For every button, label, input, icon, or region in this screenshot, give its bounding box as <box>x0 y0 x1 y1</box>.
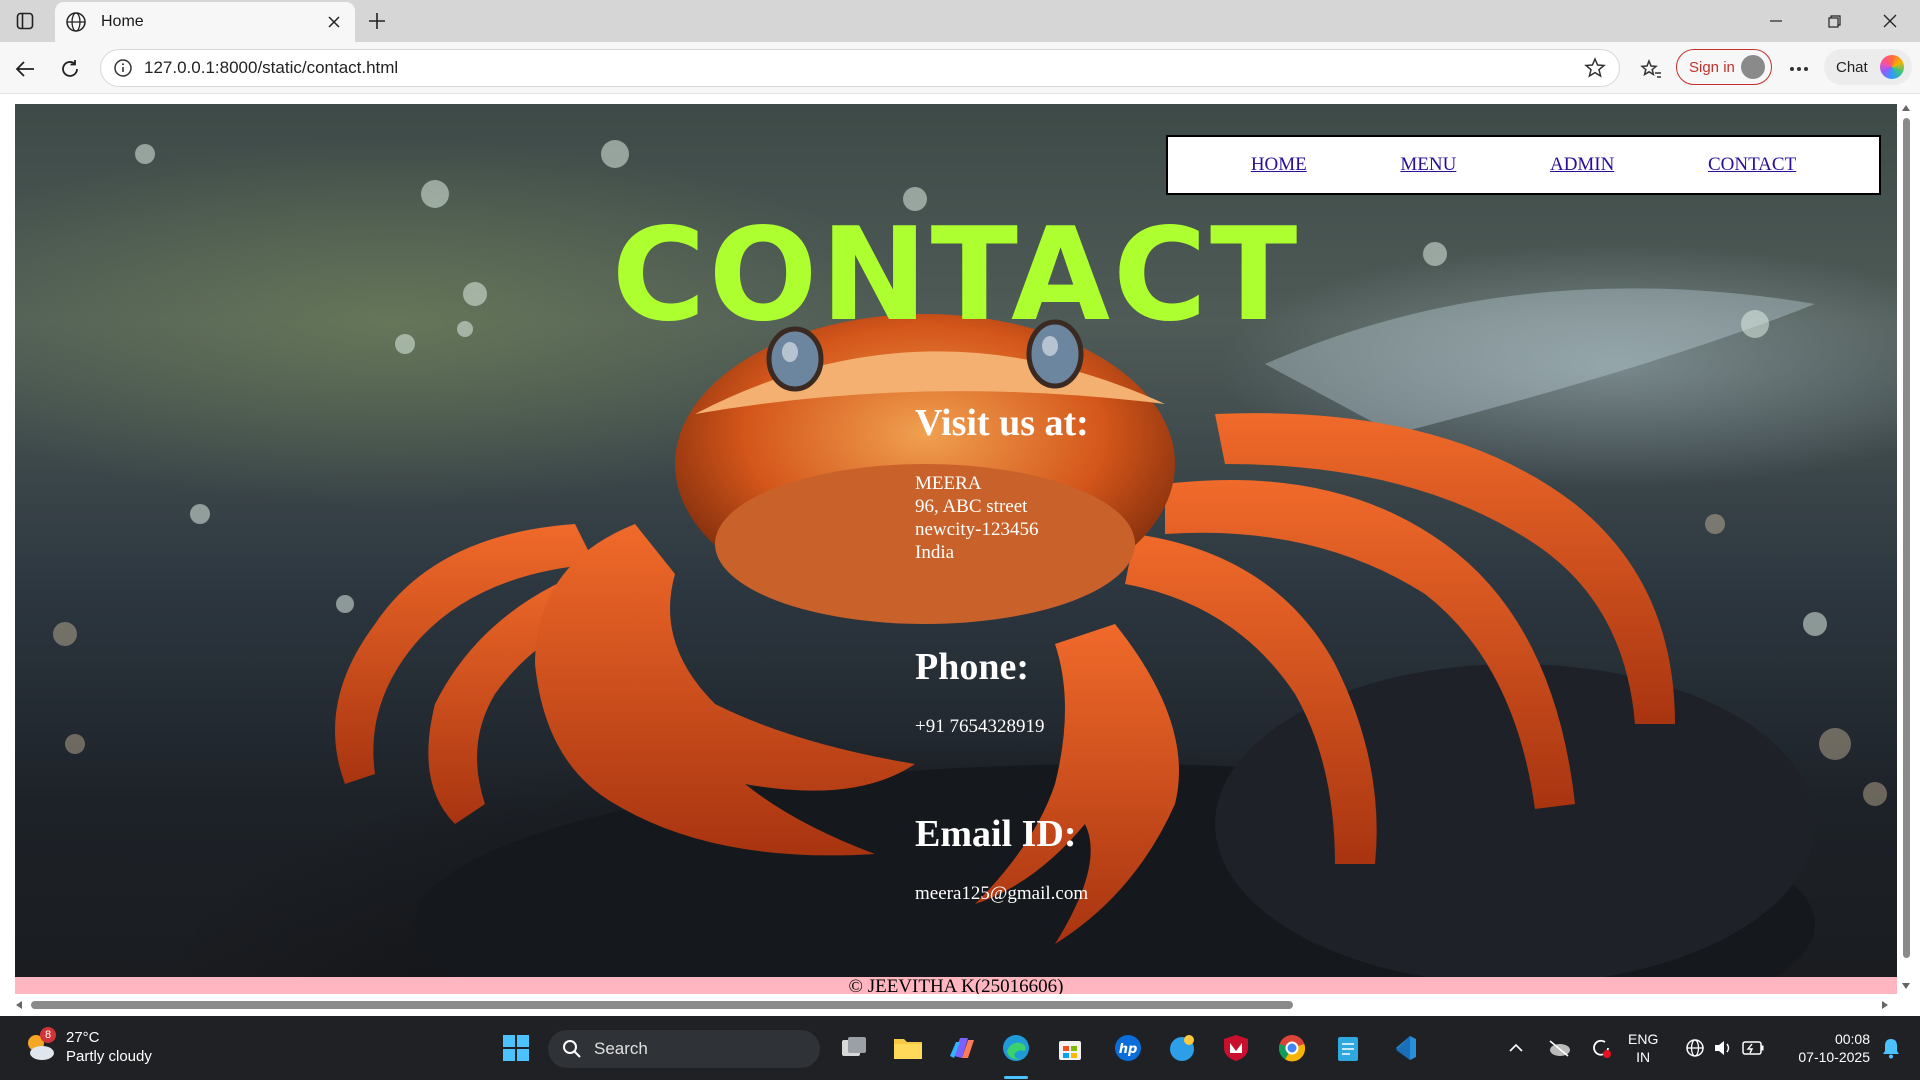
vertical-scrollbar[interactable] <box>1898 104 1914 994</box>
address-bar[interactable]: 127.0.0.1:8000/static/contact.html <box>100 49 1620 87</box>
help-app-icon[interactable] <box>1164 1030 1200 1066</box>
url-text[interactable]: 127.0.0.1:8000/static/contact.html <box>144 58 1583 78</box>
nav-link-menu[interactable]: MENU <box>1400 154 1456 176</box>
favorite-star-icon[interactable] <box>1583 56 1607 80</box>
notifications-bell-icon[interactable] <box>1876 1030 1906 1066</box>
page-viewport: HOME MENU ADMIN CONTACT CONTACT Visit us… <box>0 94 1920 1016</box>
refresh-icon[interactable] <box>55 54 85 84</box>
close-tab-icon[interactable] <box>323 11 345 33</box>
sign-in-button[interactable]: Sign in <box>1676 49 1772 85</box>
browser-toolbar: 127.0.0.1:8000/static/contact.html Sign … <box>0 42 1920 94</box>
weather-widget[interactable]: 8 27°C Partly cloudy <box>22 1027 152 1066</box>
copilot-icon <box>1880 55 1904 79</box>
microsoft-store-icon[interactable] <box>1052 1030 1088 1066</box>
browser-tab-active[interactable]: Home <box>55 2 355 42</box>
taskbar-search[interactable]: Search <box>548 1030 820 1068</box>
address-line: 96, ABC street <box>915 496 1028 517</box>
tab-actions-icon[interactable] <box>12 9 38 33</box>
new-tab-icon[interactable] <box>364 8 390 34</box>
task-view-icon[interactable] <box>836 1030 872 1066</box>
more-options-icon[interactable] <box>1784 54 1814 84</box>
language-indicator[interactable]: ENG IN <box>1628 1030 1658 1066</box>
volume-icon[interactable] <box>1710 1030 1736 1066</box>
weather-alert-badge: 8 <box>40 1027 56 1043</box>
page-footer: © JEEVITHA K(25016606) <box>15 977 1897 994</box>
sync-alert-icon[interactable] <box>1586 1030 1616 1066</box>
hero-background: HOME MENU ADMIN CONTACT CONTACT Visit us… <box>15 104 1897 977</box>
email-value: meera125@gmail.com <box>915 883 1089 904</box>
phone-value: +91 7654328919 <box>915 716 1045 737</box>
browser-tab-bar: Home <box>0 0 1920 42</box>
partly-cloudy-icon: 8 <box>22 1027 58 1065</box>
close-window-icon[interactable] <box>1870 8 1910 34</box>
email-heading: Email ID: <box>915 813 1077 855</box>
favorites-icon[interactable] <box>1636 54 1666 84</box>
active-app-indicator <box>1004 1076 1028 1079</box>
back-icon[interactable] <box>10 54 40 84</box>
clock-time: 00:08 <box>1834 1031 1870 1047</box>
notepad-icon[interactable] <box>1330 1030 1366 1066</box>
nav-link-home[interactable]: HOME <box>1251 154 1307 176</box>
show-hidden-icons-icon[interactable] <box>1504 1030 1528 1066</box>
site-info-icon[interactable] <box>112 57 134 79</box>
nav-link-contact[interactable]: CONTACT <box>1708 154 1796 176</box>
visit-heading: Visit us at: <box>915 402 1089 444</box>
restore-icon[interactable] <box>1814 8 1854 34</box>
network-icon[interactable] <box>1682 1030 1708 1066</box>
vertical-scroll-thumb[interactable] <box>1903 118 1910 958</box>
clock-date: 07-10-2025 <box>1798 1049 1870 1065</box>
copilot-chat-button[interactable]: Chat <box>1824 49 1912 85</box>
site-nav: HOME MENU ADMIN CONTACT <box>1166 135 1881 195</box>
windows-taskbar: 8 27°C Partly cloudy Search hp ENG IN 00… <box>0 1016 1920 1080</box>
tab-title: Home <box>101 13 144 30</box>
phone-heading: Phone: <box>915 646 1029 688</box>
clock[interactable]: 00:08 07-10-2025 <box>1780 1030 1870 1066</box>
globe-icon <box>66 12 86 32</box>
vscode-icon[interactable] <box>1386 1030 1422 1066</box>
nav-link-admin[interactable]: ADMIN <box>1550 154 1614 176</box>
horizontal-scrollbar[interactable] <box>15 996 1897 1012</box>
profile-avatar-icon <box>1741 55 1765 79</box>
language-code: ENG <box>1628 1031 1659 1047</box>
copilot-app-icon[interactable] <box>944 1030 980 1066</box>
weather-desc: Partly cloudy <box>66 1048 152 1065</box>
horizontal-scroll-thumb[interactable] <box>31 1001 1293 1009</box>
minimize-icon[interactable] <box>1756 8 1796 34</box>
onedrive-offline-icon[interactable] <box>1544 1030 1574 1066</box>
sign-in-label: Sign in <box>1689 58 1735 76</box>
chat-label: Chat <box>1836 58 1868 76</box>
search-icon <box>563 1040 581 1058</box>
edge-browser-icon[interactable] <box>998 1030 1034 1066</box>
mcafee-shield-icon[interactable] <box>1218 1030 1254 1066</box>
hp-app-icon[interactable]: hp <box>1110 1030 1146 1066</box>
phone-section: Phone: +91 7654328919 <box>915 648 1044 738</box>
weather-temp: 27°C <box>66 1029 100 1046</box>
address-line: India <box>915 542 955 563</box>
svg-text:hp: hp <box>1119 1042 1138 1057</box>
contact-page: HOME MENU ADMIN CONTACT CONTACT Visit us… <box>15 104 1897 994</box>
file-explorer-icon[interactable] <box>890 1030 926 1066</box>
page-title: CONTACT <box>611 201 1301 350</box>
visit-section: Visit us at: MEERA 96, ABC street newcit… <box>915 404 1089 564</box>
chrome-browser-icon[interactable] <box>1274 1030 1310 1066</box>
search-label: Search <box>594 1039 648 1058</box>
email-section: Email ID: meera125@gmail.com <box>915 815 1088 905</box>
region-code: IN <box>1636 1049 1651 1065</box>
windows-start-icon[interactable] <box>498 1030 534 1066</box>
battery-icon[interactable] <box>1740 1030 1766 1066</box>
address-line: newcity-123456 <box>915 519 1039 540</box>
address-line: MEERA <box>915 473 982 494</box>
